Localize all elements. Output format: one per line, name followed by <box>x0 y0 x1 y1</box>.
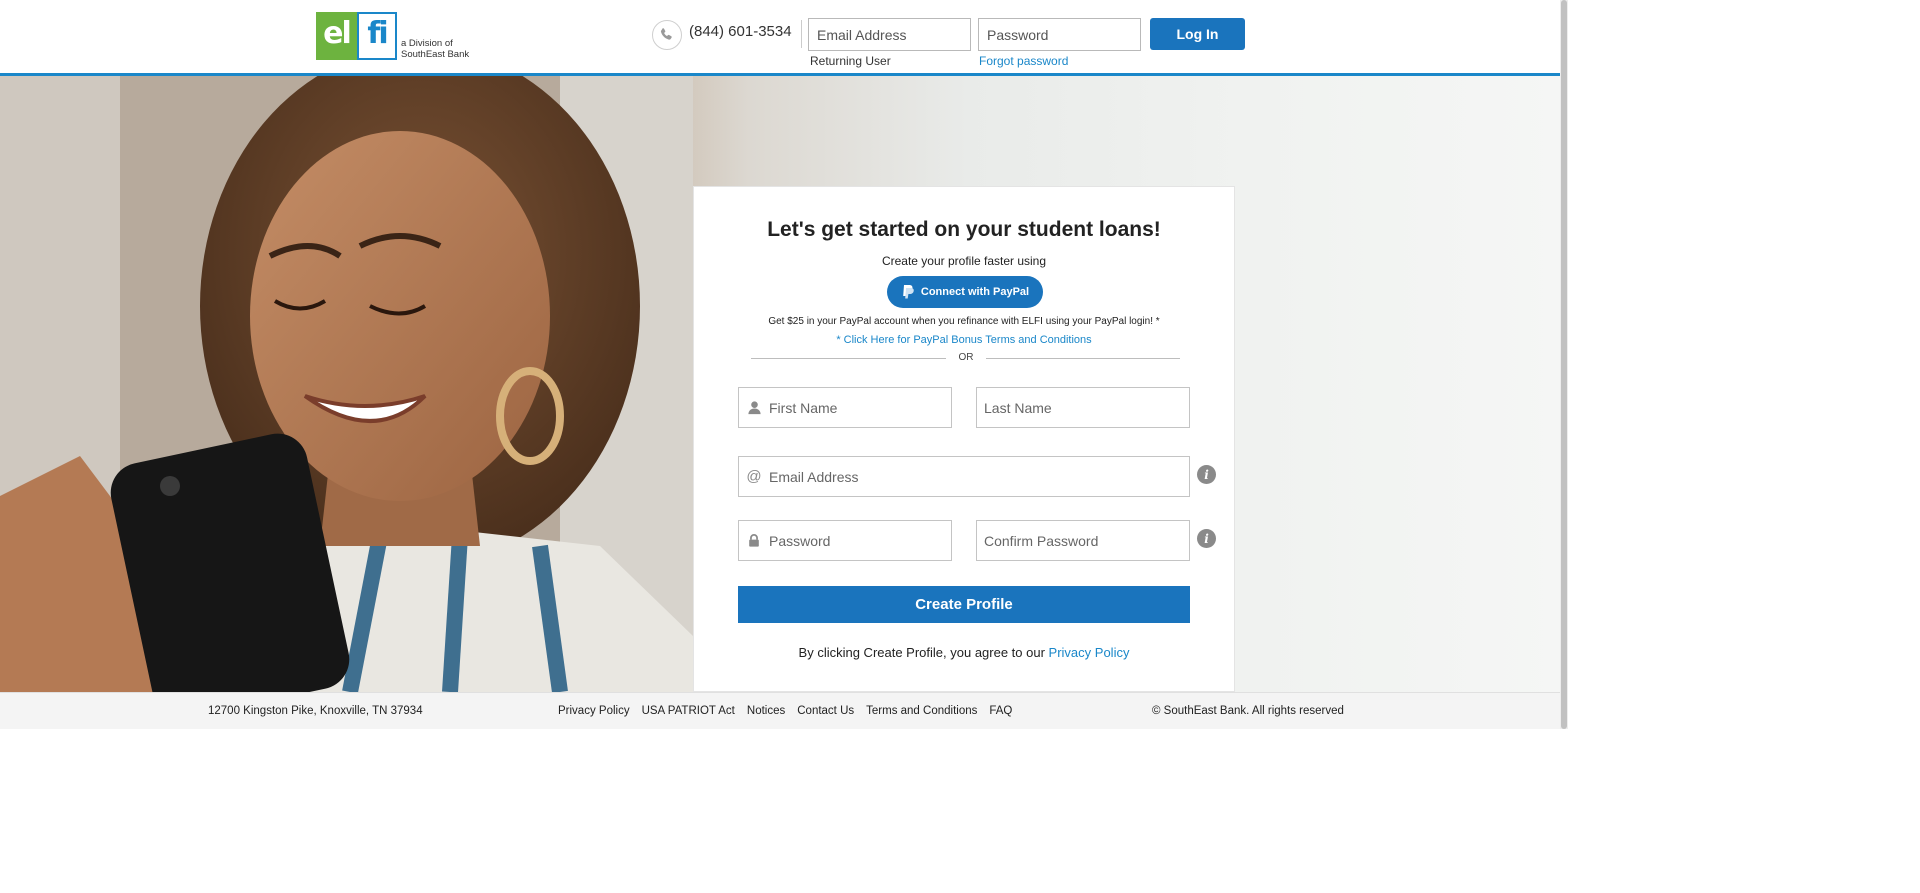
elfi-logo[interactable]: el fi a Division of SouthEast Bank <box>316 12 481 60</box>
agreement-text: By clicking Create Profile, you agree to… <box>694 645 1234 660</box>
footer-link-usa-patriot-act[interactable]: USA PATRIOT Act <box>642 705 735 717</box>
confirm-password-placeholder: Confirm Password <box>984 532 1099 549</box>
header-password-input[interactable]: Password <box>978 18 1141 51</box>
footer-link-contact-us[interactable]: Contact Us <box>797 705 854 717</box>
logo-mark: el fi <box>316 12 397 60</box>
logo-el: el <box>316 12 357 60</box>
forgot-password-link[interactable]: Forgot password <box>979 54 1068 68</box>
logo-subtitle: a Division of SouthEast Bank <box>401 38 481 60</box>
scrollbar-thumb[interactable] <box>1561 0 1567 729</box>
signup-card: Let's get started on your student loans!… <box>693 186 1235 692</box>
footer-link-faq[interactable]: FAQ <box>989 705 1012 717</box>
paypal-icon <box>903 285 914 299</box>
signup-title: Let's get started on your student loans! <box>767 218 1161 241</box>
agreement-prefix: By clicking Create Profile, you agree to… <box>798 645 1049 660</box>
footer-link-privacy-policy[interactable]: Privacy Policy <box>558 705 630 717</box>
logo-sub-line-1: a Division of <box>401 38 453 49</box>
lock-icon <box>746 533 762 549</box>
footer-address: 12700 Kingston Pike, Knoxville, TN 37934 <box>208 705 423 717</box>
footer-link-notices[interactable]: Notices <box>747 705 785 717</box>
connect-paypal-button[interactable]: Connect with PayPal <box>887 276 1043 308</box>
header-email-input[interactable]: Email Address <box>808 18 971 51</box>
page: el fi a Division of SouthEast Bank (844)… <box>0 0 1568 729</box>
create-profile-button[interactable]: Create Profile <box>738 586 1190 623</box>
site-footer: 12700 Kingston Pike, Knoxville, TN 37934… <box>0 692 1560 729</box>
email-placeholder: Email Address <box>769 468 859 485</box>
or-divider: OR <box>751 352 1180 364</box>
or-label: OR <box>958 352 974 363</box>
email-field[interactable]: @ Email Address <box>738 456 1190 497</box>
footer-copyright: © SouthEast Bank. All rights reserved <box>1152 705 1344 717</box>
email-info-icon[interactable]: i <box>1197 465 1216 484</box>
password-placeholder: Password <box>769 532 831 549</box>
footer-links: Privacy Policy USA PATRIOT Act Notices C… <box>558 705 1012 717</box>
phone-icon-svg <box>660 28 672 40</box>
header-divider <box>801 20 802 48</box>
hero-background: Let's get started on your student loans!… <box>0 76 1560 692</box>
logo-fi: fi <box>357 12 397 60</box>
login-button[interactable]: Log In <box>1150 18 1245 50</box>
confirm-password-field[interactable]: Confirm Password <box>976 520 1190 561</box>
returning-user-label: Returning User <box>810 54 891 68</box>
footer-link-terms[interactable]: Terms and Conditions <box>866 705 977 717</box>
hero-photo <box>0 76 693 692</box>
phone-icon <box>652 20 682 50</box>
paypal-bonus-text: Get $25 in your PayPal account when you … <box>768 316 1160 327</box>
phone-number[interactable]: (844) 601-3534 <box>689 23 792 40</box>
paypal-bonus-terms-link[interactable]: * Click Here for PayPal Bonus Terms and … <box>694 334 1234 346</box>
at-icon: @ <box>746 468 762 485</box>
or-line-right <box>986 358 1180 359</box>
last-name-field[interactable]: Last Name <box>976 387 1190 428</box>
last-name-placeholder: Last Name <box>984 399 1052 416</box>
privacy-policy-link[interactable]: Privacy Policy <box>1049 645 1130 660</box>
password-info-icon[interactable]: i <box>1197 529 1216 548</box>
password-field[interactable]: Password <box>738 520 952 561</box>
page-scrollbar[interactable] <box>1560 0 1568 729</box>
first-name-placeholder: First Name <box>769 399 838 416</box>
logo-sub-line-2: SouthEast Bank <box>401 49 470 60</box>
site-header: el fi a Division of SouthEast Bank (844)… <box>0 0 1560 76</box>
signup-subtitle: Create your profile faster using <box>881 254 1047 268</box>
or-line-left <box>751 358 946 359</box>
first-name-field[interactable]: First Name <box>738 387 952 428</box>
user-icon <box>746 400 762 416</box>
paypal-button-label: Connect with PayPal <box>920 286 1030 298</box>
